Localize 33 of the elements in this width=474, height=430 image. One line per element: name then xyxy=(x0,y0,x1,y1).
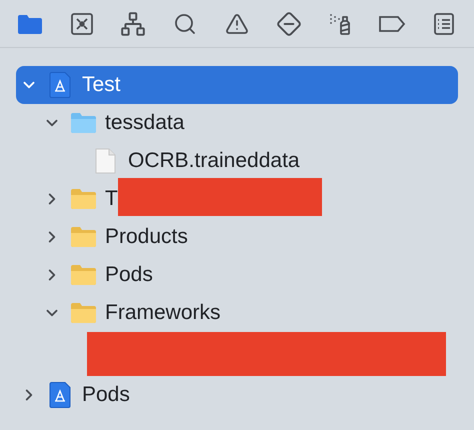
tree-row[interactable]: Products xyxy=(16,218,458,256)
item-label: tessdata xyxy=(105,111,184,134)
tree-row[interactable]: Pods xyxy=(16,376,458,414)
tree-row[interactable]: T xyxy=(16,180,458,218)
project-file-icon xyxy=(49,72,71,98)
item-label: Test xyxy=(82,73,121,96)
folder-icon xyxy=(70,264,96,286)
tag-icon[interactable] xyxy=(378,14,406,32)
warning-icon[interactable] xyxy=(224,12,249,36)
folder-icon xyxy=(70,302,96,324)
tree-row[interactable]: Test xyxy=(16,66,458,104)
item-label: OCRB.traineddata xyxy=(128,149,300,172)
tree-row[interactable]: Frameworks xyxy=(16,294,458,332)
spray-can-icon[interactable] xyxy=(328,12,352,36)
tree-row[interactable]: OCRB.traineddata xyxy=(16,142,458,180)
document-icon xyxy=(95,148,117,174)
folder-icon xyxy=(70,112,96,134)
hierarchy-icon[interactable] xyxy=(120,10,146,36)
item-label: Pods xyxy=(105,263,153,286)
search-icon[interactable] xyxy=(173,12,198,36)
diamond-minus-icon[interactable] xyxy=(276,10,302,36)
item-label: T xyxy=(105,187,118,210)
list-icon[interactable] xyxy=(433,12,455,36)
folder-icon[interactable] xyxy=(16,12,43,34)
tree-row[interactable]: tessdata xyxy=(16,104,458,142)
tree-row[interactable]: Pods xyxy=(16,256,458,294)
square-x-icon[interactable] xyxy=(70,12,94,36)
folder-icon xyxy=(70,226,96,248)
folder-icon xyxy=(70,188,96,210)
item-label: Frameworks xyxy=(105,301,221,324)
item-label: Products xyxy=(105,225,188,248)
item-label: Pods xyxy=(82,383,130,406)
project-file-icon xyxy=(49,382,71,408)
